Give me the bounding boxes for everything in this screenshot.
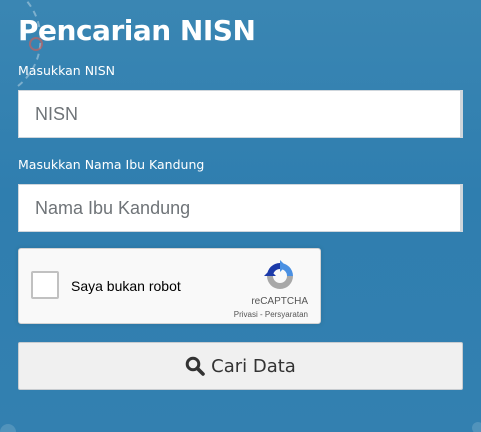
nisn-input[interactable] [18, 90, 463, 138]
search-icon [185, 356, 205, 376]
mother-name-input[interactable] [18, 184, 463, 232]
recaptcha-widget: Saya bukan robot reCAPTCHA Privasi - Per… [18, 248, 321, 324]
links-separator: - [257, 310, 265, 319]
nisn-label: Masukkan NISN [18, 63, 116, 78]
recaptcha-brand: reCAPTCHA [251, 296, 308, 307]
search-button-label: Cari Data [211, 355, 296, 377]
privacy-link[interactable]: Privasi [234, 310, 258, 319]
terms-link[interactable]: Persyaratan [265, 310, 308, 319]
recaptcha-links: Privasi - Persyaratan [234, 310, 308, 319]
recaptcha-checkbox-label: Saya bukan robot [71, 278, 181, 294]
recaptcha-checkbox[interactable] [31, 271, 59, 299]
mother-name-label: Masukkan Nama Ibu Kandung [18, 157, 205, 172]
recaptcha-logo-icon [263, 259, 297, 293]
search-button[interactable]: Cari Data [18, 342, 463, 390]
page-title: Pencarian NISN [18, 14, 256, 47]
